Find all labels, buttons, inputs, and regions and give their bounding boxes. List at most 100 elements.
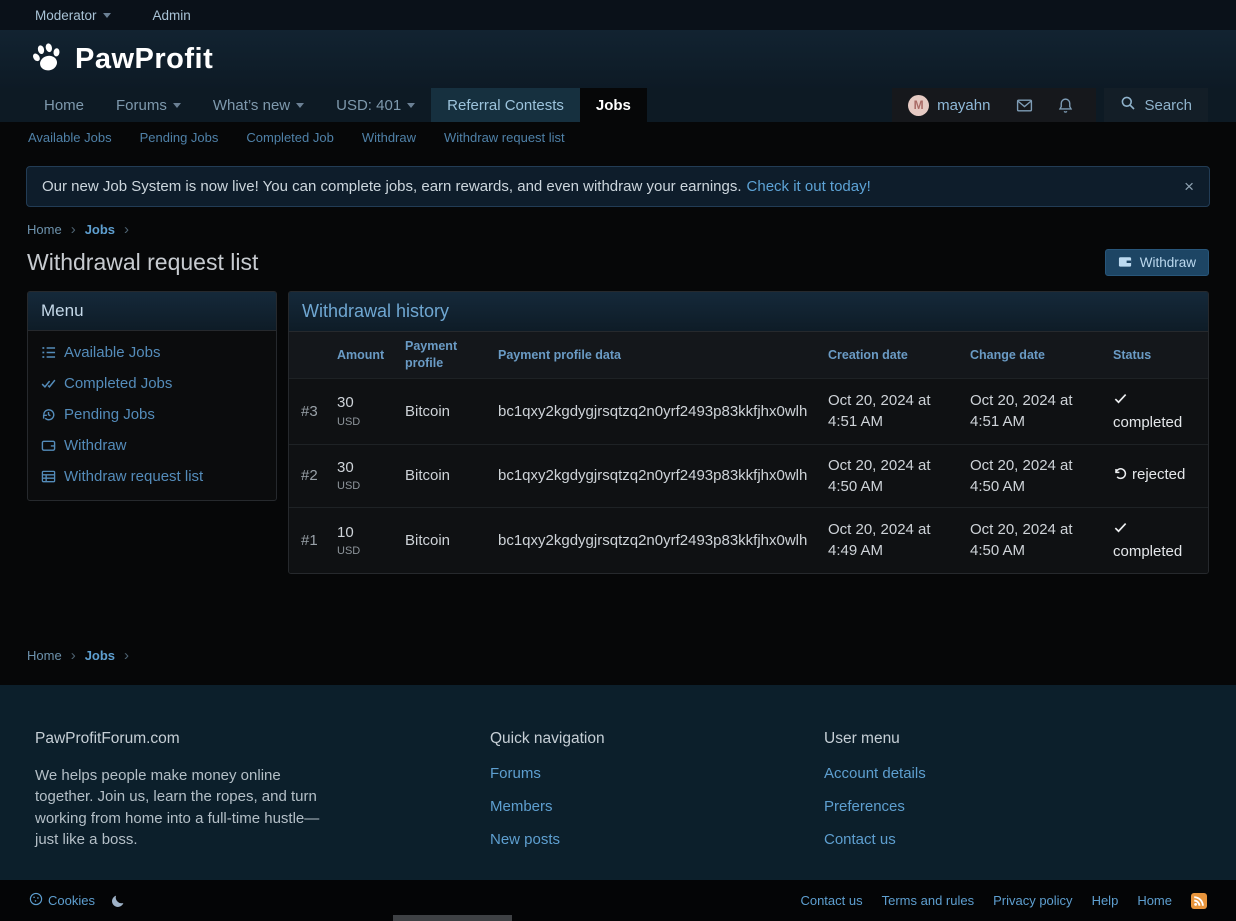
menu-item[interactable]: Withdraw request list <box>28 461 276 492</box>
nav-item[interactable]: USD: 401 <box>320 88 431 122</box>
moderator-menu[interactable]: Moderator <box>35 8 111 23</box>
legal-link[interactable]: Terms and rules <box>882 893 974 908</box>
chevron-down-icon <box>296 103 304 108</box>
amount-value: 30 <box>337 457 385 478</box>
breadcrumb-jobs[interactable]: Jobs <box>85 648 115 663</box>
quick-navigation-links: Forums Members New posts <box>490 765 690 848</box>
nav-item-label: Home <box>44 97 84 114</box>
footer-description: We helps people make money online togeth… <box>35 765 335 850</box>
main-nav: Home Forums What’s new USD: 401 Referral… <box>0 88 1236 122</box>
breadcrumb: Home › Jobs › <box>0 222 1236 237</box>
chevron-down-icon <box>103 13 111 18</box>
breadcrumb-home[interactable]: Home <box>27 222 62 237</box>
horizontal-scrollbar-thumb[interactable] <box>393 915 512 921</box>
user-menu-links: Account details Preferences Contact us <box>824 765 926 848</box>
menu-item[interactable]: Available Jobs <box>28 337 276 368</box>
notice-link[interactable]: Check it out today! <box>747 178 871 195</box>
username: mayahn <box>937 97 990 114</box>
amount-currency: USD <box>337 544 385 560</box>
page-title: Withdrawal request list <box>27 249 258 276</box>
menu-title: Menu <box>41 301 84 320</box>
nav-item[interactable]: Jobs <box>580 88 647 122</box>
subnav-item[interactable]: Pending Jobs <box>140 130 219 145</box>
account-menu[interactable]: M mayahn <box>908 95 998 116</box>
chevron-right-icon: › <box>71 648 76 663</box>
subnav-item[interactable]: Completed Job <box>246 130 333 145</box>
footer-user-menu: User menu Account details Preferences Co… <box>824 730 926 880</box>
menu-header: Menu <box>28 292 276 331</box>
status-label: rejected <box>1132 466 1185 483</box>
search-label: Search <box>1144 97 1192 114</box>
amount-value: 30 <box>337 392 385 413</box>
row-creation-date: Oct 20, 2024 at 4:50 AM <box>816 455 958 498</box>
row-amount: 30 USD <box>325 457 393 495</box>
undo-icon <box>1113 466 1128 487</box>
nav-item[interactable]: What’s new <box>197 88 320 122</box>
menu-item[interactable]: Completed Jobs <box>28 368 276 399</box>
row-change-date: Oct 20, 2024 at 4:50 AM <box>958 455 1101 498</box>
chevron-down-icon <box>173 103 181 108</box>
footer-link[interactable]: Contact us <box>824 831 926 848</box>
nav-item[interactable]: Forums <box>100 88 197 122</box>
nav-item-label: What’s new <box>213 97 290 114</box>
nav-item[interactable]: Referral Contests <box>431 88 580 122</box>
moderator-label: Moderator <box>35 8 97 23</box>
nav-item[interactable]: Home <box>28 88 100 122</box>
conversations-envelope-icon[interactable] <box>1010 97 1039 114</box>
footer-link[interactable]: Preferences <box>824 798 926 815</box>
cookie-icon <box>29 892 43 909</box>
footer-link[interactable]: New posts <box>490 831 690 848</box>
close-icon[interactable]: × <box>1184 178 1194 195</box>
wallet-icon <box>41 438 56 453</box>
rss-icon[interactable] <box>1191 893 1207 909</box>
menu-item[interactable]: Pending Jobs <box>28 399 276 430</box>
paw-icon <box>28 39 66 80</box>
subnav-item[interactable]: Available Jobs <box>28 130 112 145</box>
row-status: completed <box>1101 389 1208 434</box>
legal-link[interactable]: Home <box>1137 893 1172 908</box>
legal-link[interactable]: Contact us <box>800 893 862 908</box>
withdraw-button[interactable]: Withdraw <box>1105 249 1209 276</box>
breadcrumb-bottom: Home › Jobs › <box>0 648 156 663</box>
site-logo[interactable]: PawProfit <box>28 39 213 80</box>
column-header: Amount <box>325 347 393 364</box>
nav-item-label: Jobs <box>596 97 631 114</box>
row-payment-profile-data: bc1qxy2kgdygjrsqtzq2n0yrf2493p83kkfjhx0w… <box>486 465 816 486</box>
column-header: Payment profile data <box>486 347 816 364</box>
content: Menu Available Jobs Completed Jobs Pendi… <box>0 291 1236 574</box>
footer-link[interactable]: Account details <box>824 765 926 782</box>
row-payment-profile-data: bc1qxy2kgdygjrsqtzq2n0yrf2493p83kkfjhx0w… <box>486 401 816 422</box>
table-row: #1 10 USD Bitcoin bc1qxy2kgdygjrsqtzq2n0… <box>289 507 1208 573</box>
row-id: #3 <box>289 401 325 422</box>
alerts-bell-icon[interactable] <box>1051 97 1080 114</box>
cookies-button[interactable]: Cookies <box>29 892 95 909</box>
jobs-subnav: Available Jobs Pending Jobs Completed Jo… <box>0 122 1236 153</box>
row-status: completed <box>1101 518 1208 563</box>
legal-links: Contact us Terms and rules Privacy polic… <box>800 893 1172 908</box>
legal-bar: Cookies Contact us Terms and rules Priva… <box>0 880 1236 921</box>
search-button[interactable]: Search <box>1104 88 1208 122</box>
menu-item[interactable]: Withdraw <box>28 430 276 461</box>
admin-link[interactable]: Admin <box>153 8 191 23</box>
footer-link[interactable]: Forums <box>490 765 690 782</box>
row-creation-date: Oct 20, 2024 at 4:49 AM <box>816 519 958 562</box>
amount-currency: USD <box>337 479 385 495</box>
admin-label: Admin <box>153 8 191 23</box>
subnav-item[interactable]: Withdraw request list <box>444 130 565 145</box>
legal-left: Cookies <box>29 892 126 909</box>
breadcrumb-home[interactable]: Home <box>27 648 62 663</box>
history-header: Withdrawal history <box>289 292 1208 332</box>
row-amount: 30 USD <box>325 392 393 430</box>
style-variation-moon-icon[interactable] <box>111 893 126 908</box>
withdraw-button-label: Withdraw <box>1140 255 1196 270</box>
subnav-item[interactable]: Withdraw <box>362 130 416 145</box>
legal-link[interactable]: Help <box>1092 893 1119 908</box>
breadcrumb-jobs[interactable]: Jobs <box>85 222 115 237</box>
menu-item-label: Completed Jobs <box>64 375 172 392</box>
footer-quick-navigation: Quick navigation Forums Members New post… <box>490 730 690 880</box>
legal-link[interactable]: Privacy policy <box>993 893 1072 908</box>
check-icon <box>1113 520 1128 541</box>
footer-link[interactable]: Members <box>490 798 690 815</box>
row-amount: 10 USD <box>325 522 393 560</box>
table-row: #3 30 USD Bitcoin bc1qxy2kgdygjrsqtzq2n0… <box>289 378 1208 444</box>
